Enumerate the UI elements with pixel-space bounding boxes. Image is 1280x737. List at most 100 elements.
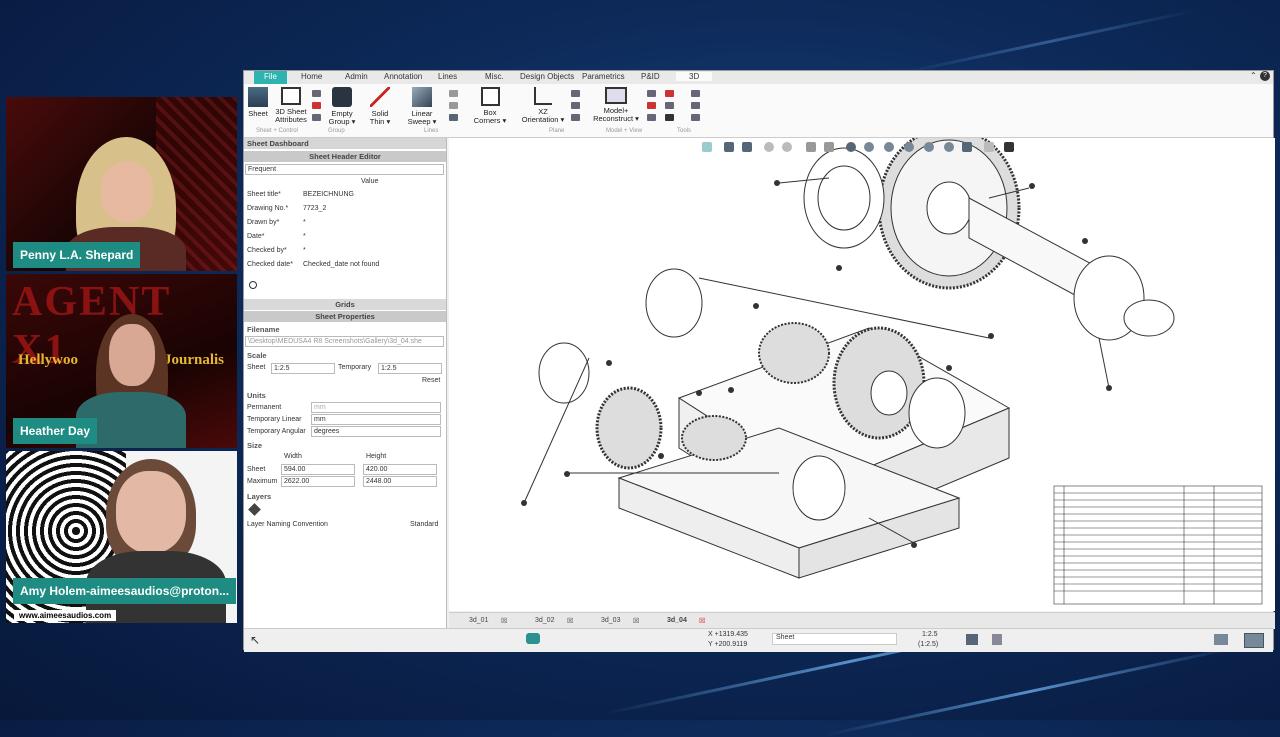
filename-field[interactable]: \Desktop\MEDUSA4 R8 Screenshots\Gallery\…: [245, 336, 444, 347]
participant-name: Penny L.A. Shepard: [13, 242, 141, 268]
solid-thin-button[interactable]: Solid Thin ▾: [364, 87, 396, 126]
menu-parametrics[interactable]: Parametrics: [582, 72, 625, 81]
redo-icon[interactable]: [782, 142, 792, 152]
menu-file[interactable]: File: [254, 71, 287, 85]
temporary-scale-input[interactable]: 1:2.5: [378, 363, 442, 374]
temp-linear-label: Temporary Linear: [247, 416, 302, 423]
zoom-in-icon[interactable]: [884, 142, 894, 152]
sheet-button[interactable]: Sheet: [246, 87, 270, 118]
participant-tile-amy: Amy Holem-aimeesaudios@proton... www.aim…: [6, 451, 237, 623]
drawing-canvas[interactable]: [449, 138, 1275, 611]
layer-standard-value[interactable]: Standard: [410, 521, 438, 528]
sheet-tab[interactable]: 3d_02: [535, 617, 554, 624]
field-label: Drawing No.*: [247, 205, 289, 212]
sheet-tab[interactable]: 3d_01: [469, 617, 488, 624]
menu-bar: File Home Admin Annotation Lines Misc. D…: [244, 71, 1273, 85]
menu-misc[interactable]: Misc.: [485, 72, 504, 81]
close-icon[interactable]: ☒: [567, 617, 573, 625]
corner-icon[interactable]: [1004, 142, 1014, 152]
mode-field[interactable]: Sheet: [772, 633, 897, 645]
scale-readout: 1:2.5: [922, 631, 938, 638]
field-value[interactable]: BEZEICHNUNG: [303, 191, 354, 198]
sheet-properties-header[interactable]: Sheet Properties: [244, 311, 446, 322]
status-bar: ↖ X +1319.435 Y +200.9119 Sheet 1:2.5 (1…: [244, 628, 1273, 652]
menu-pid[interactable]: P&ID: [641, 72, 660, 81]
participant-name: Heather Day: [13, 418, 98, 444]
model-reconstruct-button[interactable]: Model+ Reconstruct ▾: [592, 87, 640, 123]
sheet-height-input[interactable]: 420.00: [363, 464, 437, 475]
participant-tile-heather: AGENT X1 Hellywoo Journalis Heather Day: [6, 274, 237, 448]
up-icon[interactable]: [806, 142, 816, 152]
layers-icon[interactable]: [248, 503, 261, 516]
undo-icon[interactable]: [764, 142, 774, 152]
sheet-attributes-button[interactable]: 3D Sheet Attributes: [272, 87, 310, 124]
print-icon[interactable]: [742, 142, 752, 152]
menu-lines[interactable]: Lines: [438, 72, 457, 81]
field-label: Checked date*: [247, 261, 293, 268]
xz-orientation-button[interactable]: XZ Orientation ▾: [520, 87, 566, 124]
max-width-input[interactable]: 2622.00: [281, 476, 355, 487]
max-height-input[interactable]: 2448.00: [363, 476, 437, 487]
view-tools-bar: [700, 138, 1030, 156]
sheet-tab-active[interactable]: 3d_04: [667, 617, 687, 624]
close-icon[interactable]: ☒: [501, 617, 507, 625]
sheet-tab[interactable]: 3d_03: [601, 617, 620, 624]
cursor-arrow-icon[interactable]: ↖: [250, 633, 260, 647]
zoom-icon[interactable]: [864, 142, 874, 152]
maximum-label: Maximum: [247, 478, 278, 485]
chat-icon[interactable]: [526, 633, 540, 644]
units-label: Units: [247, 391, 266, 400]
menu-3d[interactable]: 3D: [676, 72, 713, 81]
close-icon[interactable]: ☒: [699, 617, 705, 625]
close-icon[interactable]: ☒: [633, 617, 639, 625]
reset-button[interactable]: Reset: [422, 377, 440, 384]
size-sheet-label: Sheet: [247, 466, 266, 473]
temp-angular-select[interactable]: degrees: [311, 426, 441, 437]
header-editor-title[interactable]: Sheet Header Editor: [244, 151, 446, 162]
layers-status-icon[interactable]: [966, 634, 978, 645]
zoom-out-icon[interactable]: [904, 142, 914, 152]
minimize-ribbon-icon[interactable]: ⌃: [1250, 71, 1257, 80]
temp-angular-label: Temporary Angular: [247, 428, 306, 435]
zoom-fit-icon[interactable]: [924, 142, 934, 152]
search-icon[interactable]: [249, 281, 257, 289]
help-icon[interactable]: ?: [1260, 71, 1270, 81]
sheet-dashboard-panel: Sheet Dashboard Sheet Header Editor Freq…: [244, 138, 447, 628]
temp-linear-select[interactable]: mm: [311, 414, 441, 425]
menu-home[interactable]: Home: [301, 72, 322, 81]
pointer-icon[interactable]: [702, 142, 712, 152]
pan-icon[interactable]: [962, 142, 972, 152]
refresh-icon[interactable]: [846, 142, 856, 152]
sheet-scale-input[interactable]: 1:2.5: [271, 363, 335, 374]
parts-list-table: [1053, 485, 1263, 605]
field-value[interactable]: *: [303, 233, 306, 240]
toolbox-icon[interactable]: [1214, 634, 1228, 645]
field-value[interactable]: 7723_2: [303, 205, 326, 212]
settings-status-icon[interactable]: [992, 634, 1002, 645]
field-value[interactable]: *: [303, 219, 306, 226]
grids-header[interactable]: Grids: [244, 299, 446, 310]
field-value[interactable]: Checked_date not found: [303, 261, 379, 268]
scale-readout-temp: (1:2.5): [918, 641, 939, 648]
field-value[interactable]: *: [303, 247, 306, 254]
save-icon[interactable]: [724, 142, 734, 152]
menu-design-objects[interactable]: Design Objects: [520, 72, 574, 81]
frequent-select[interactable]: Frequent: [245, 164, 444, 175]
gearbox-drawing: [521, 138, 1263, 605]
participant-name: Amy Holem-aimeesaudios@proton...: [13, 578, 237, 604]
panel-toggle-icon[interactable]: [1244, 633, 1264, 648]
layers-label: Layers: [247, 492, 272, 501]
linear-sweep-button[interactable]: Linear Sweep ▾: [404, 87, 440, 126]
view-icon[interactable]: [984, 142, 994, 152]
top-icon[interactable]: [824, 142, 834, 152]
menu-admin[interactable]: Admin: [345, 72, 368, 81]
empty-group-button[interactable]: Empty Group ▾: [324, 87, 360, 126]
zoom-window-icon[interactable]: [944, 142, 954, 152]
field-label: Drawn by*: [247, 219, 280, 226]
line-icon: [370, 87, 390, 107]
layer-naming-label: Layer Naming Convention: [247, 521, 328, 528]
width-label: Width: [284, 453, 302, 460]
sheet-width-input[interactable]: 594.00: [281, 464, 355, 475]
menu-annotation[interactable]: Annotation: [384, 72, 422, 81]
box-corners-button[interactable]: Box Corners ▾: [472, 87, 508, 125]
